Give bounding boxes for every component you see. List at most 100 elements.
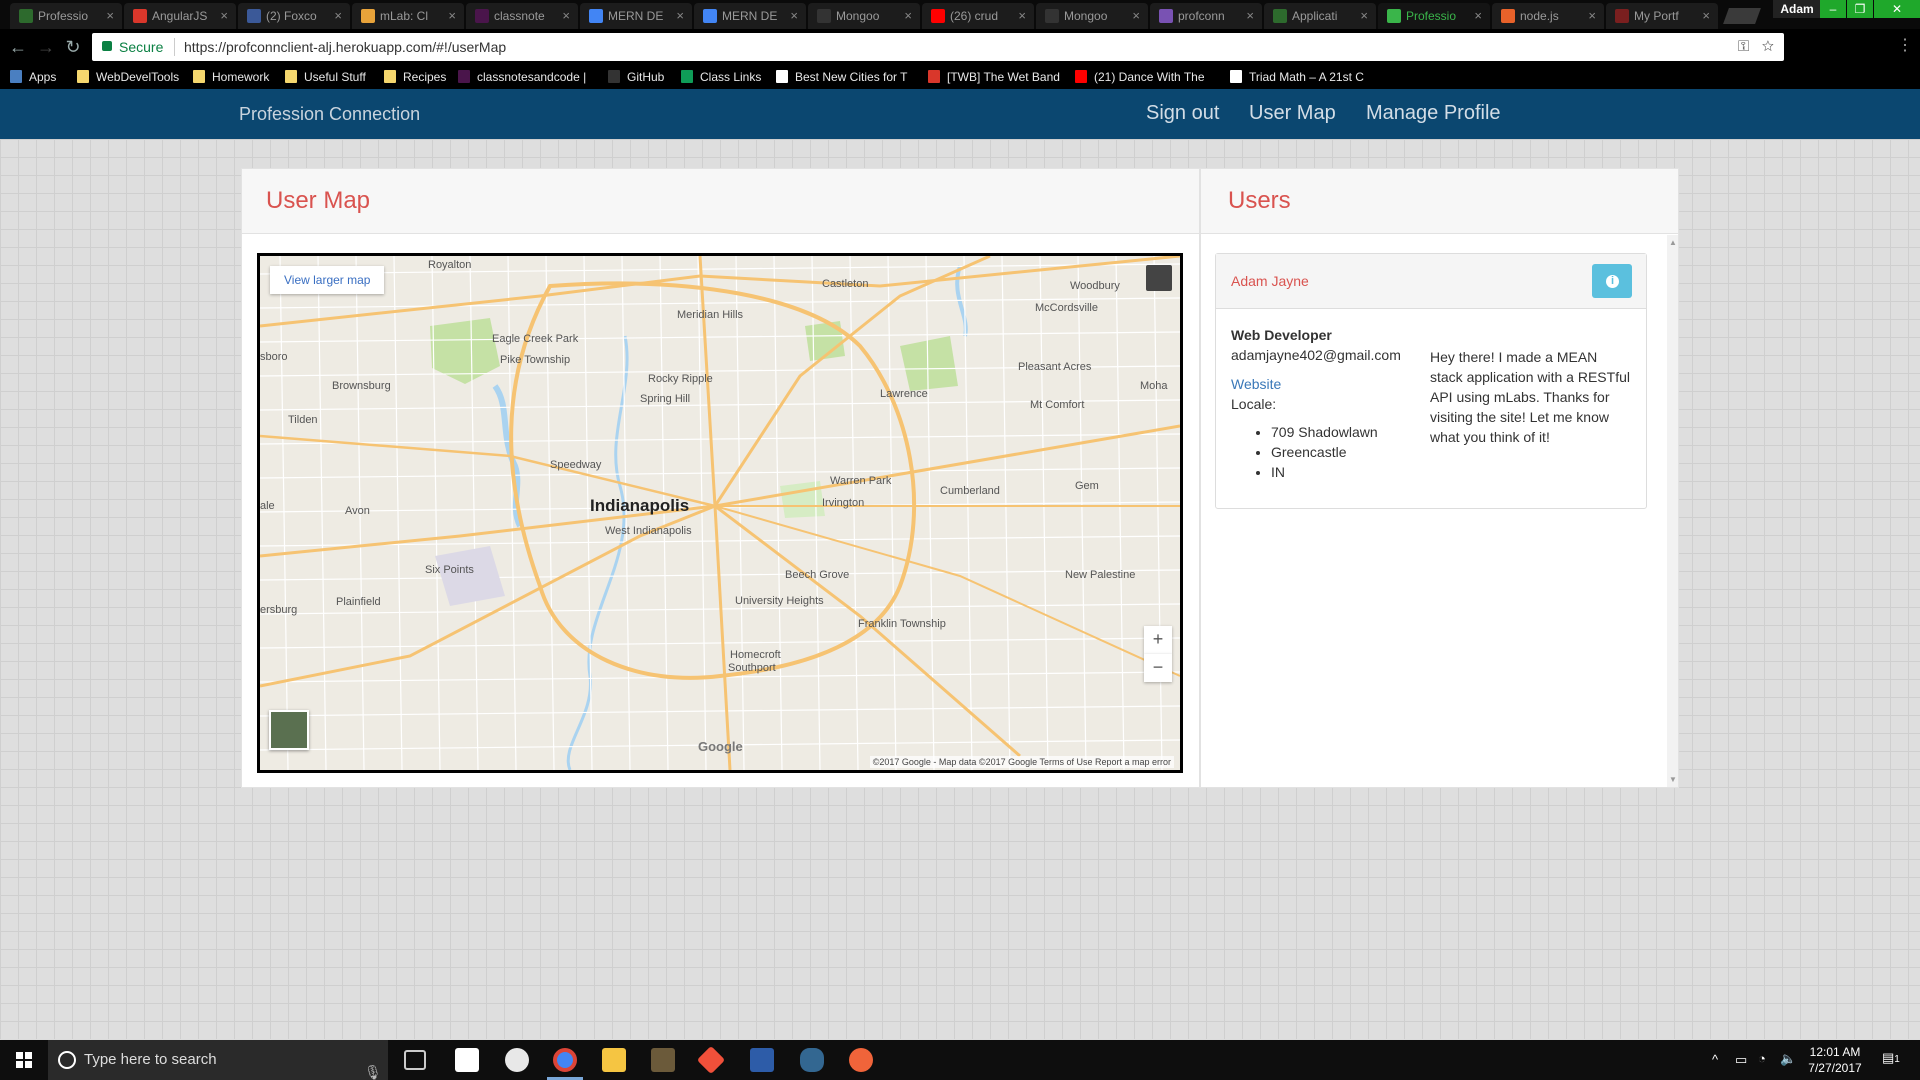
close-window-button[interactable]: ✕ xyxy=(1874,0,1920,18)
browser-tab[interactable]: Professio × xyxy=(10,3,122,29)
browser-tab[interactable]: node.js × xyxy=(1492,3,1604,29)
new-tab-button[interactable] xyxy=(1723,8,1761,24)
browser-tab[interactable]: AngularJS × xyxy=(124,3,236,29)
minimize-button[interactable]: – xyxy=(1820,0,1846,18)
browser-tab[interactable]: MERN DE × xyxy=(694,3,806,29)
taskbar-search-box[interactable]: Type here to search 🎙 xyxy=(48,1040,388,1080)
task-view-icon[interactable] xyxy=(404,1050,426,1070)
sublime-text-icon[interactable] xyxy=(651,1048,675,1072)
browser-tab[interactable]: Professio × xyxy=(1378,3,1490,29)
street-view-pegman-icon[interactable] xyxy=(1146,265,1172,291)
url-input[interactable]: Secure https://profconnclient-alj.heroku… xyxy=(92,33,1784,61)
map-canvas[interactable]: Royalton Woodbury McCordsville Meridian Hil… xyxy=(260,256,1180,770)
pandora-app-icon[interactable] xyxy=(455,1048,479,1072)
scroll-down-icon[interactable]: ▼ xyxy=(1669,775,1677,784)
map-view[interactable]: Royalton Woodbury McCordsville Meridian Hil… xyxy=(257,253,1183,773)
tab-close-icon[interactable]: × xyxy=(1702,3,1710,29)
user-locale-label: Locale: xyxy=(1231,396,1277,412)
tab-close-icon[interactable]: × xyxy=(1588,3,1596,29)
battery-icon[interactable]: ▭ xyxy=(1735,1052,1747,1068)
tab-close-icon[interactable]: × xyxy=(1132,3,1140,29)
tab-favicon-icon xyxy=(1159,9,1173,23)
tab-close-icon[interactable]: × xyxy=(448,3,456,29)
bookmark-item[interactable]: classnotesandcode | xyxy=(458,69,586,85)
postgres-icon[interactable] xyxy=(800,1048,824,1072)
postman-icon[interactable] xyxy=(849,1048,873,1072)
volume-icon[interactable]: 🔈 xyxy=(1780,1051,1796,1067)
bookmark-item[interactable]: Best New Cities for T xyxy=(776,69,907,85)
tab-favicon-icon xyxy=(589,9,603,23)
profile-button[interactable]: Adam xyxy=(1773,0,1821,18)
browser-tab[interactable]: MERN DE × xyxy=(580,3,692,29)
bookmark-item[interactable]: GitHub xyxy=(608,69,664,85)
bookmark-star-icon[interactable]: ☆ xyxy=(1762,38,1774,55)
emoji-app-icon[interactable] xyxy=(505,1048,529,1072)
taskbar-clock[interactable]: 12:01 AM 7/27/2017 xyxy=(1800,1044,1870,1076)
tab-close-icon[interactable]: × xyxy=(676,3,684,29)
powershell-icon[interactable] xyxy=(750,1048,774,1072)
users-scrollbar[interactable]: ▲ ▼ xyxy=(1667,235,1678,787)
tab-close-icon[interactable]: × xyxy=(790,3,798,29)
map-place-label: Speedway xyxy=(550,459,602,471)
reload-icon[interactable]: ↻ xyxy=(63,37,83,58)
browser-tab[interactable]: Mongoo × xyxy=(1036,3,1148,29)
nav-sign-out[interactable]: Sign out xyxy=(1146,102,1219,125)
tab-close-icon[interactable]: × xyxy=(334,3,342,29)
bookmark-item[interactable]: [TWB] The Wet Band xyxy=(928,69,1060,85)
browser-tab[interactable]: mLab: Cl × xyxy=(352,3,464,29)
file-explorer-icon[interactable] xyxy=(602,1048,626,1072)
browser-menu-icon[interactable]: ⋮ xyxy=(1897,35,1913,55)
map-panel: User Map Royalton Woodbury McCordsville … xyxy=(241,168,1200,788)
tab-favicon-icon xyxy=(1045,9,1059,23)
user-website-link[interactable]: Website xyxy=(1231,376,1281,392)
bookmark-item[interactable]: Useful Stuff xyxy=(285,69,366,85)
bookmark-item[interactable]: WebDevelTools xyxy=(77,69,179,85)
forward-icon[interactable]: → xyxy=(36,37,56,58)
nav-manage-profile[interactable]: Manage Profile xyxy=(1366,102,1501,125)
browser-tab[interactable]: (26) crud × xyxy=(922,3,1034,29)
user-info-button[interactable]: i xyxy=(1592,264,1632,298)
bookmark-item[interactable]: Class Links xyxy=(681,69,761,85)
tab-close-icon[interactable]: × xyxy=(904,3,912,29)
key-icon[interactable]: ⚿ xyxy=(1738,38,1749,55)
tab-close-icon[interactable]: × xyxy=(106,3,114,29)
microphone-icon[interactable]: 🎙 xyxy=(364,1052,382,1080)
view-larger-map-link[interactable]: View larger map xyxy=(270,266,385,294)
tab-close-icon[interactable]: × xyxy=(1246,3,1254,29)
user-name[interactable]: Adam Jayne xyxy=(1231,273,1309,289)
windows-start-icon[interactable] xyxy=(16,1052,32,1068)
locale-city: Greencastle xyxy=(1271,444,1378,464)
bookmark-item[interactable]: Triad Math – A 21st C xyxy=(1230,69,1364,85)
zoom-out-button[interactable]: − xyxy=(1144,654,1172,682)
bookmark-item[interactable]: Apps xyxy=(10,69,56,85)
browser-tab[interactable]: profconn × xyxy=(1150,3,1262,29)
bookmark-item[interactable]: (21) Dance With The xyxy=(1075,69,1205,85)
tab-close-icon[interactable]: × xyxy=(1474,3,1482,29)
wifi-icon[interactable]: ◔ xyxy=(1758,1051,1766,1066)
notification-count: 1 xyxy=(1894,1054,1900,1065)
brand-link[interactable]: Profession Connection xyxy=(239,104,420,125)
nav-user-map[interactable]: User Map xyxy=(1249,102,1336,125)
tab-close-icon[interactable]: × xyxy=(1360,3,1368,29)
tab-close-icon[interactable]: × xyxy=(562,3,570,29)
browser-tab[interactable]: Applicati × xyxy=(1264,3,1376,29)
bookmark-item[interactable]: Recipes xyxy=(384,69,446,85)
bookmarks-bar: Apps WebDevelTools Homework Useful Stuff Rec… xyxy=(0,65,1920,89)
action-center-icon[interactable]: ▤1 xyxy=(1882,1050,1900,1066)
git-icon[interactable] xyxy=(696,1045,726,1075)
bookmark-item[interactable]: Homework xyxy=(193,69,269,85)
tray-chevron-icon[interactable]: ^ xyxy=(1712,1052,1718,1067)
browser-tab[interactable]: Mongoo × xyxy=(808,3,920,29)
tab-close-icon[interactable]: × xyxy=(220,3,228,29)
satellite-toggle-button[interactable] xyxy=(269,710,309,750)
browser-tab[interactable]: classnote × xyxy=(466,3,578,29)
zoom-in-button[interactable]: + xyxy=(1144,626,1172,654)
browser-tab[interactable]: (2) Foxco × xyxy=(238,3,350,29)
chrome-app-icon[interactable] xyxy=(553,1048,577,1072)
tab-close-icon[interactable]: × xyxy=(1018,3,1026,29)
back-icon[interactable]: ← xyxy=(8,37,28,58)
browser-tab[interactable]: My Portf × xyxy=(1606,3,1718,29)
maximize-button[interactable]: ❐ xyxy=(1847,0,1873,18)
scroll-up-icon[interactable]: ▲ xyxy=(1669,238,1677,247)
map-attribution[interactable]: ©2017 Google - Map data ©2017 Google Ter… xyxy=(869,756,1174,768)
